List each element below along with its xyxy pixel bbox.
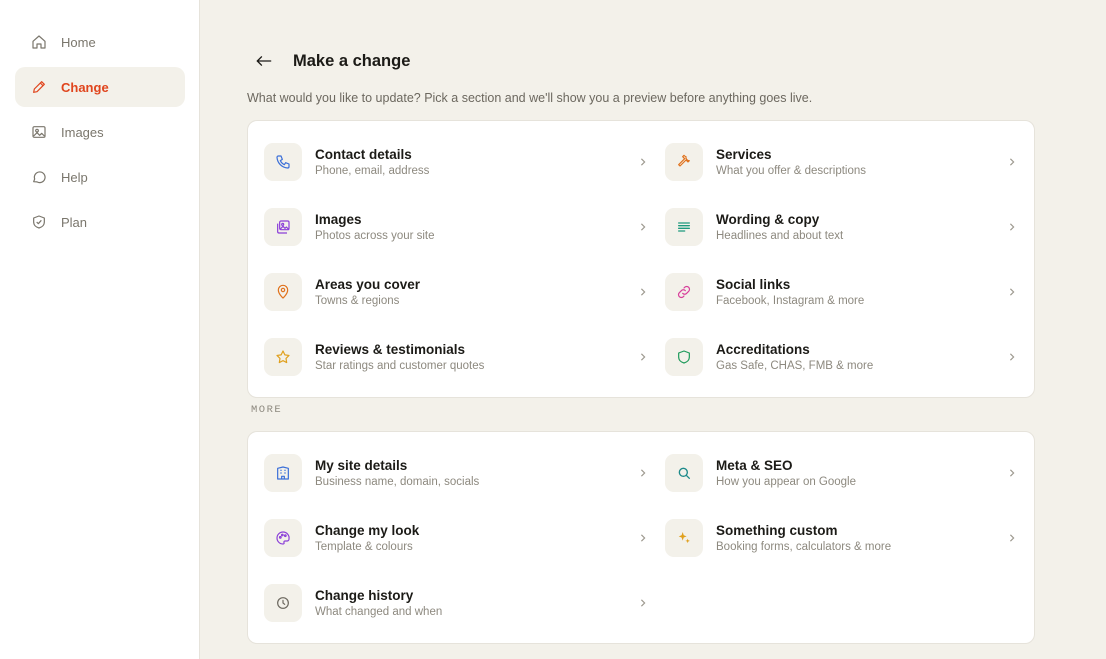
section-title: Something custom — [716, 522, 838, 538]
primary-sections-card: Contact details Phone, email, address Se… — [247, 120, 1035, 398]
section-images[interactable]: Images Photos across your site — [264, 194, 649, 259]
chevron-right-icon — [1008, 287, 1018, 297]
phone-icon — [264, 142, 302, 181]
section-title: Change my look — [315, 522, 420, 538]
shield-icon — [665, 337, 703, 376]
more-sections-card: My site details Business name, domain, s… — [247, 431, 1035, 644]
sidebar-item-help[interactable]: Help — [15, 157, 185, 197]
chevron-right-icon — [1008, 468, 1018, 478]
sidebar-item-change[interactable]: Change — [15, 67, 185, 107]
star-icon — [264, 337, 302, 376]
section-services[interactable]: Services What you offer & descriptions — [665, 129, 1018, 194]
section-change-history[interactable]: Change history What changed and when — [264, 570, 649, 635]
section-social-links[interactable]: Social links Facebook, Instagram & more — [665, 259, 1018, 324]
section-description: Facebook, Instagram & more — [716, 294, 865, 307]
section-areas-you-cover[interactable]: Areas you cover Towns & regions — [264, 259, 649, 324]
section-description: Business name, domain, socials — [315, 475, 480, 488]
section-my-site-details[interactable]: My site details Business name, domain, s… — [264, 440, 649, 505]
section-title: Reviews & testimonials — [315, 341, 466, 357]
page-header: Make a change — [247, 50, 1035, 72]
section-description: Towns & regions — [315, 294, 400, 307]
more-section-label: MORE — [251, 404, 283, 416]
section-description: Photos across your site — [315, 229, 435, 242]
section-title: Accreditations — [716, 341, 810, 357]
palette-icon — [264, 518, 302, 557]
chevron-right-icon — [1008, 157, 1018, 167]
back-arrow-icon[interactable] — [253, 50, 275, 72]
section-description: Gas Safe, CHAS, FMB & more — [716, 359, 874, 372]
section-wording-copy[interactable]: Wording & copy Headlines and about text — [665, 194, 1018, 259]
sidebar-item-images[interactable]: Images — [15, 112, 185, 152]
section-description: Phone, email, address — [315, 164, 430, 177]
section-description: Headlines and about text — [716, 229, 844, 242]
section-title: Meta & SEO — [716, 457, 793, 473]
chevron-right-icon — [639, 598, 649, 608]
section-description: Template & colours — [315, 540, 413, 553]
images-icon — [264, 207, 302, 246]
search-icon — [665, 453, 703, 492]
section-title: My site details — [315, 457, 408, 473]
chevron-right-icon — [1008, 352, 1018, 362]
sidebar-item-label: Plan — [61, 214, 88, 230]
section-title: Services — [716, 146, 772, 162]
page-subtitle: What would you like to update? Pick a se… — [247, 91, 813, 105]
page-title: Make a change — [293, 51, 411, 70]
section-change-my-look[interactable]: Change my look Template & colours — [264, 505, 649, 570]
chevron-right-icon — [639, 287, 649, 297]
sidebar: Home Change Images Help Plan — [0, 0, 200, 659]
sidebar-item-label: Help — [61, 169, 88, 185]
shield-check-icon — [30, 213, 48, 231]
main-content: Make a change What would you like to upd… — [247, 0, 1035, 644]
section-description: How you appear on Google — [716, 475, 857, 488]
chevron-right-icon — [639, 157, 649, 167]
section-title: Images — [315, 211, 362, 227]
chevron-right-icon — [1008, 533, 1018, 543]
sidebar-item-label: Home — [61, 34, 96, 50]
chevron-right-icon — [639, 222, 649, 232]
section-title: Wording & copy — [716, 211, 820, 227]
sparkle-icon — [665, 518, 703, 557]
section-accreditations[interactable]: Accreditations Gas Safe, CHAS, FMB & mor… — [665, 324, 1018, 389]
sidebar-item-home[interactable]: Home — [15, 22, 185, 62]
text-lines-icon — [665, 207, 703, 246]
link-icon — [665, 272, 703, 311]
clock-icon — [264, 583, 302, 622]
chevron-right-icon — [1008, 222, 1018, 232]
home-icon — [30, 33, 48, 51]
image-icon — [30, 123, 48, 141]
section-reviews-testimonials[interactable]: Reviews & testimonials Star ratings and … — [264, 324, 649, 389]
chevron-right-icon — [639, 533, 649, 543]
section-description: Star ratings and customer quotes — [315, 359, 485, 372]
pencil-icon — [30, 78, 48, 96]
section-title: Areas you cover — [315, 276, 421, 292]
section-title: Social links — [716, 276, 791, 292]
section-title: Change history — [315, 587, 414, 603]
section-meta-seo[interactable]: Meta & SEO How you appear on Google — [665, 440, 1018, 505]
chat-bubble-icon — [30, 168, 48, 186]
section-something-custom[interactable]: Something custom Booking forms, calculat… — [665, 505, 1018, 570]
section-description: What you offer & descriptions — [716, 164, 866, 177]
wrench-icon — [665, 142, 703, 181]
sidebar-item-label: Images — [61, 124, 104, 140]
sidebar-item-plan[interactable]: Plan — [15, 202, 185, 242]
chevron-right-icon — [639, 468, 649, 478]
map-pin-icon — [264, 272, 302, 311]
section-contact-details[interactable]: Contact details Phone, email, address — [264, 129, 649, 194]
building-icon — [264, 453, 302, 492]
section-title: Contact details — [315, 146, 412, 162]
section-description: What changed and when — [315, 605, 443, 618]
section-description: Booking forms, calculators & more — [716, 540, 892, 553]
sidebar-item-label: Change — [61, 79, 109, 95]
chevron-right-icon — [639, 352, 649, 362]
